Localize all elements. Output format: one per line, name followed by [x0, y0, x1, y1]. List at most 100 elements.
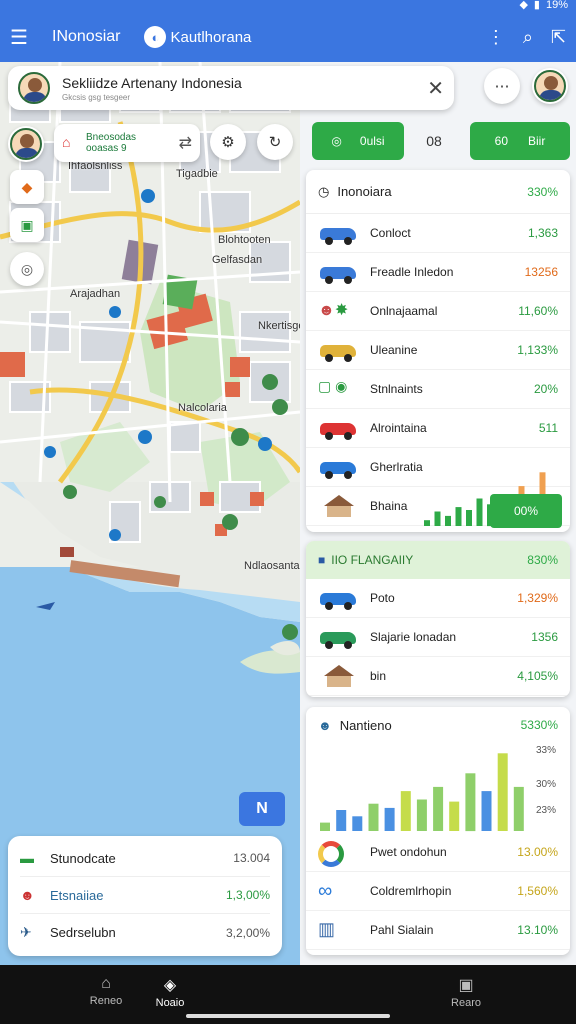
item-value: 13256: [524, 265, 558, 279]
list-item[interactable]: ☻✸ Onlnajaamal 11,60%: [306, 292, 570, 331]
chart-bar: [433, 786, 444, 831]
user-avatar-button[interactable]: [8, 126, 44, 162]
list-item[interactable]: ▥ Pahl Sialain 13.10%: [306, 911, 570, 950]
item-value: 13.00%: [517, 845, 558, 859]
list-item[interactable]: ☻ Etsnaiiae 1,3,00%: [20, 877, 270, 914]
item-value: 13.10%: [517, 923, 558, 937]
axis-label: 33%: [535, 745, 556, 756]
map-canvas: [0, 62, 300, 965]
item-label: Stnlnaints: [370, 382, 423, 396]
nav-label: Reneo: [89, 995, 123, 1007]
truck-icon: [318, 261, 360, 284]
mini-bar: [434, 511, 441, 526]
item-label: Poto: [370, 591, 395, 605]
nav-home[interactable]: ⌂ Reneo: [76, 975, 136, 1007]
user-avatar: [10, 128, 42, 160]
avatar[interactable]: [18, 72, 50, 104]
directions-icon[interactable]: ⇄: [179, 133, 192, 153]
panel-title: Inonoiara: [337, 184, 392, 199]
search-icon[interactable]: ⌕: [523, 27, 533, 48]
list-item[interactable]: Slajarie lonadan 1356: [306, 618, 570, 657]
list-item[interactable]: ✈ Sedrselubn 3,2,00%: [20, 914, 270, 951]
signal-icon: ▮: [533, 0, 540, 11]
avatar-icon: ☻: [318, 717, 332, 733]
layers-icon[interactable]: ◆: [10, 170, 44, 204]
menu-icon[interactable]: ☰: [10, 25, 36, 50]
list-item[interactable]: Poto 1,329%: [306, 579, 570, 618]
locate-icon[interactable]: ◎: [10, 252, 44, 286]
list-item[interactable]: bin 4,105%: [306, 657, 570, 696]
navigate-button[interactable]: N: [239, 792, 285, 826]
route-chip[interactable]: ⌂ Bneosodas ooasas 9 ⇄: [54, 124, 200, 162]
pill-left-label: 0ulsi: [359, 134, 385, 148]
location-title: Sekliidze Artenany Indonesia: [62, 74, 242, 91]
map-label: Tigadbie: [176, 168, 218, 180]
item-label: Pwet ondohun: [370, 845, 447, 859]
list-item[interactable]: Conloct 1,363: [306, 214, 570, 253]
chart-bar: [352, 816, 363, 831]
battery-level: 19%: [545, 0, 568, 11]
building-icon: ▥: [318, 919, 336, 939]
chart-bar: [336, 810, 347, 831]
nav-explore[interactable]: ◈ Noaio: [140, 975, 200, 1009]
chart-bar: [416, 799, 427, 831]
pill-right-count: 60: [494, 134, 508, 148]
chart-bar: [497, 753, 508, 831]
bus-green-icon: [318, 626, 360, 649]
item-label: Stunodcate: [50, 850, 116, 866]
home-indicator: [186, 1014, 390, 1018]
list-item[interactable]: ▬ Stunodcate 13.004: [20, 840, 270, 877]
refresh-icon[interactable]: ↻: [257, 124, 293, 160]
chart-bar: [384, 807, 395, 831]
nav-recent[interactable]: ▣ Rearo: [436, 975, 496, 1009]
list-item[interactable]: Uleanine 1,133%: [306, 331, 570, 370]
map-icon: ◈: [163, 977, 177, 994]
list-item[interactable]: Pwet ondohun 13.00%: [306, 833, 570, 872]
route-line-2: ooasas 9: [86, 143, 127, 154]
item-value: 1,3,00%: [225, 888, 270, 902]
list-item[interactable]: ∞ Coldremlrhopin 1,560%: [306, 872, 570, 911]
item-value: 511: [538, 421, 558, 435]
map-label: Nkertisge: [258, 320, 300, 332]
list-item[interactable]: ▢ ◉ Stnlnaints 20%: [306, 370, 570, 409]
nav-label: Noaio: [155, 997, 185, 1009]
share-icon[interactable]: ⇱: [551, 27, 566, 48]
mini-bar: [445, 515, 451, 526]
item-value: 1,363: [527, 226, 558, 240]
item-value: 20%: [533, 382, 558, 396]
item-label: Uleanine: [370, 343, 418, 357]
car-blue-icon: [318, 587, 360, 610]
mini-bar: [455, 507, 462, 526]
map-label: Nalcolaria: [178, 402, 227, 414]
panel-title: IIO FLANGAIIY: [331, 553, 414, 567]
panel-title: Nantieno: [339, 717, 392, 733]
pill-right[interactable]: 60 Biir: [470, 122, 570, 160]
bar-chart-svg: [320, 753, 524, 832]
settings-icon[interactable]: ⚙: [210, 124, 246, 160]
location-subtitle: Gkcsis gsg tesgeer: [62, 92, 131, 102]
list-item[interactable]: Freadle Inledon 13256: [306, 253, 570, 292]
list-item[interactable]: Alrointaina 511: [306, 409, 570, 448]
chart-bar: [368, 803, 379, 831]
profile-button[interactable]: [532, 68, 568, 104]
location-search-card[interactable]: Sekliidze Artenany Indonesia Gkcsis gsg …: [8, 66, 454, 110]
mini-bar: [466, 510, 472, 526]
item-value: 1,133%: [517, 343, 558, 357]
car-blue-icon: [318, 456, 360, 479]
ring-icon: [318, 841, 360, 867]
item-label: Slajarie lonadan: [370, 630, 457, 644]
chat-icon[interactable]: ⋯: [484, 68, 520, 104]
pill-left[interactable]: ◎ 0ulsi: [312, 122, 404, 160]
close-icon[interactable]: ✕: [427, 76, 444, 101]
more-icon[interactable]: ⋮: [487, 27, 505, 48]
item-label: bin: [370, 669, 387, 683]
map-view[interactable]: Ihfaolsnliss Tigadbie Blohtooten Gelfasd…: [0, 62, 300, 965]
tag-icon: ▢ ◉: [318, 378, 348, 394]
flanking-panel: ■ IIO FLANGAIIY 830% Poto 1,329% Slajarie …: [306, 541, 570, 697]
stats-panel: ☻ Nantieno 5330% 33% 30% 23% Pwet ondohu…: [306, 707, 570, 955]
item-value: 13.004: [233, 851, 270, 865]
recent-icon: ▣: [458, 977, 474, 994]
pill-middle[interactable]: 08: [412, 122, 456, 160]
nav-label: Rearo: [451, 997, 481, 1009]
filter-icon[interactable]: ▣: [10, 208, 44, 242]
